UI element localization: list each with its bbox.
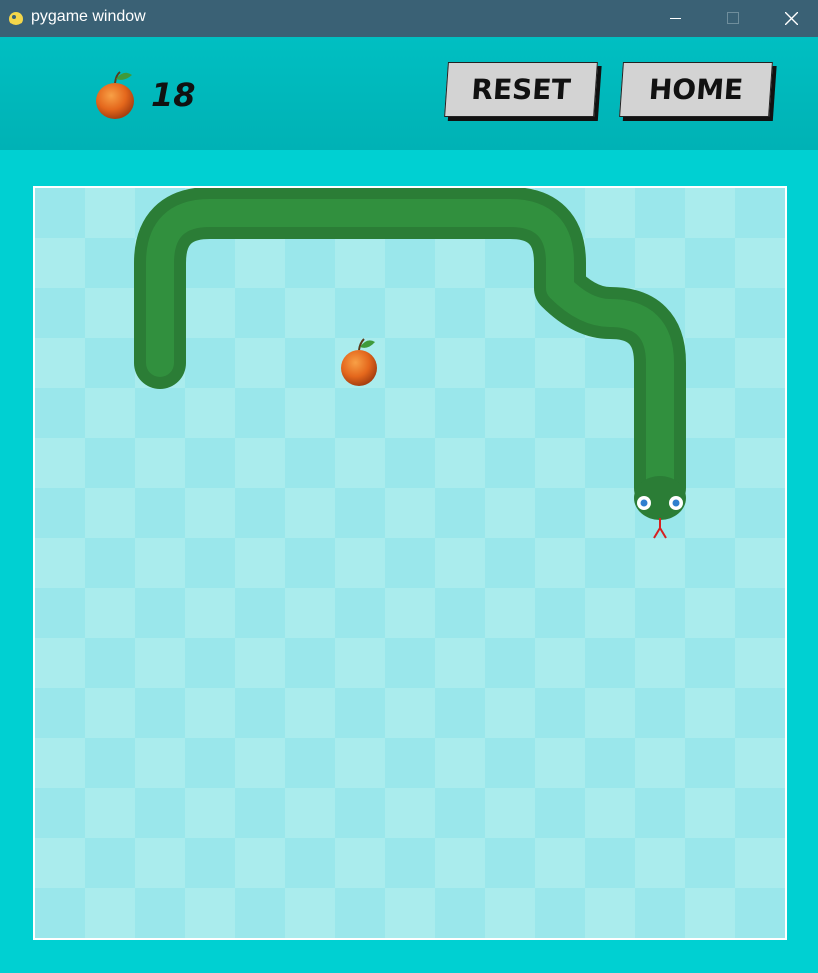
orange-icon [96,71,134,119]
orange-icon [341,338,377,386]
pygame-icon [9,12,23,27]
maximize-button[interactable] [704,0,762,37]
close-button[interactable] [762,0,818,37]
title-bar: pygame window [0,0,818,37]
home-button[interactable]: HOME [619,62,773,117]
game-field [134,188,686,539]
window-title: pygame window [31,8,146,25]
close-icon [785,12,798,25]
snake [134,188,686,539]
snake-tongue [653,518,667,539]
reset-button[interactable]: RESET [444,62,598,117]
minimize-button[interactable] [646,0,704,37]
score-value: 18 [151,76,196,114]
game-board [33,186,787,940]
